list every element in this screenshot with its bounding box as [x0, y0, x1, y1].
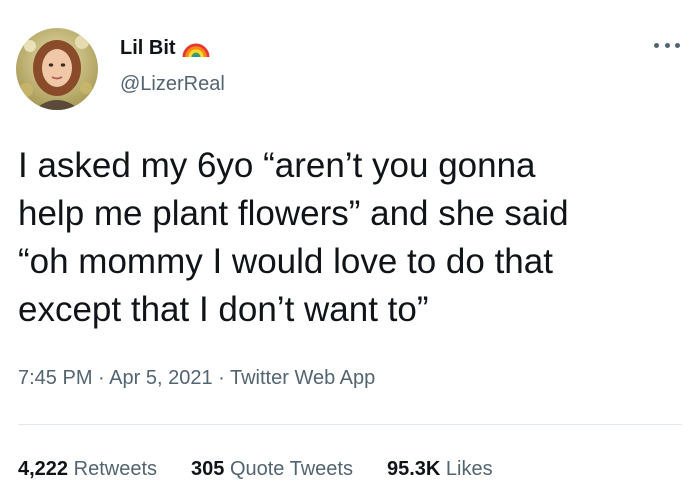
tweet-text-line: except that I don’t want to”	[18, 290, 429, 329]
tweet-meta: 7:45 PM · Apr 5, 2021 · Twitter Web App	[18, 364, 375, 392]
likes-label: Likes	[445, 458, 493, 480]
meta-separator: ·	[212, 367, 230, 389]
meta-separator: ·	[92, 367, 110, 389]
author-display-name[interactable]: Lil Bit	[120, 36, 176, 60]
retweets-stat[interactable]: 4,222 Retweets	[18, 455, 157, 483]
more-options-icon[interactable]	[654, 38, 680, 52]
retweets-count: 4,222	[18, 458, 69, 480]
tweet-time[interactable]: 7:45 PM	[18, 367, 92, 389]
author-name-row[interactable]: Lil Bit	[120, 36, 210, 60]
tweet-text-line: help me plant flowers” and she said	[18, 194, 569, 233]
quote-tweets-label: Quote Tweets	[229, 458, 353, 480]
tweet-text-line: I asked my 6yo “aren’t you gonna	[18, 146, 536, 185]
author-handle[interactable]: @LizerReal	[120, 72, 225, 96]
tweet-text-line: “oh mommy I would love to do that	[18, 242, 553, 281]
rainbow-icon	[182, 37, 210, 59]
likes-stat[interactable]: 95.3K Likes	[387, 455, 493, 483]
quote-tweets-count: 305	[191, 458, 225, 480]
quote-tweets-stat[interactable]: 305 Quote Tweets	[191, 455, 353, 483]
profile-avatar-image	[16, 28, 98, 110]
divider	[18, 424, 682, 425]
retweets-label: Retweets	[73, 458, 157, 480]
tweet-card: Lil Bit @LizerReal I asked my 6yo “aren’…	[0, 0, 700, 502]
tweet-text: I asked my 6yo “aren’t you gonna help me…	[18, 142, 678, 334]
tweet-date[interactable]: Apr 5, 2021	[109, 367, 212, 389]
avatar[interactable]	[16, 28, 98, 110]
tweet-stats: 4,222 Retweets 305 Quote Tweets 95.3K Li…	[18, 455, 493, 483]
tweet-source[interactable]: Twitter Web App	[230, 367, 375, 389]
likes-count: 95.3K	[386, 458, 441, 480]
